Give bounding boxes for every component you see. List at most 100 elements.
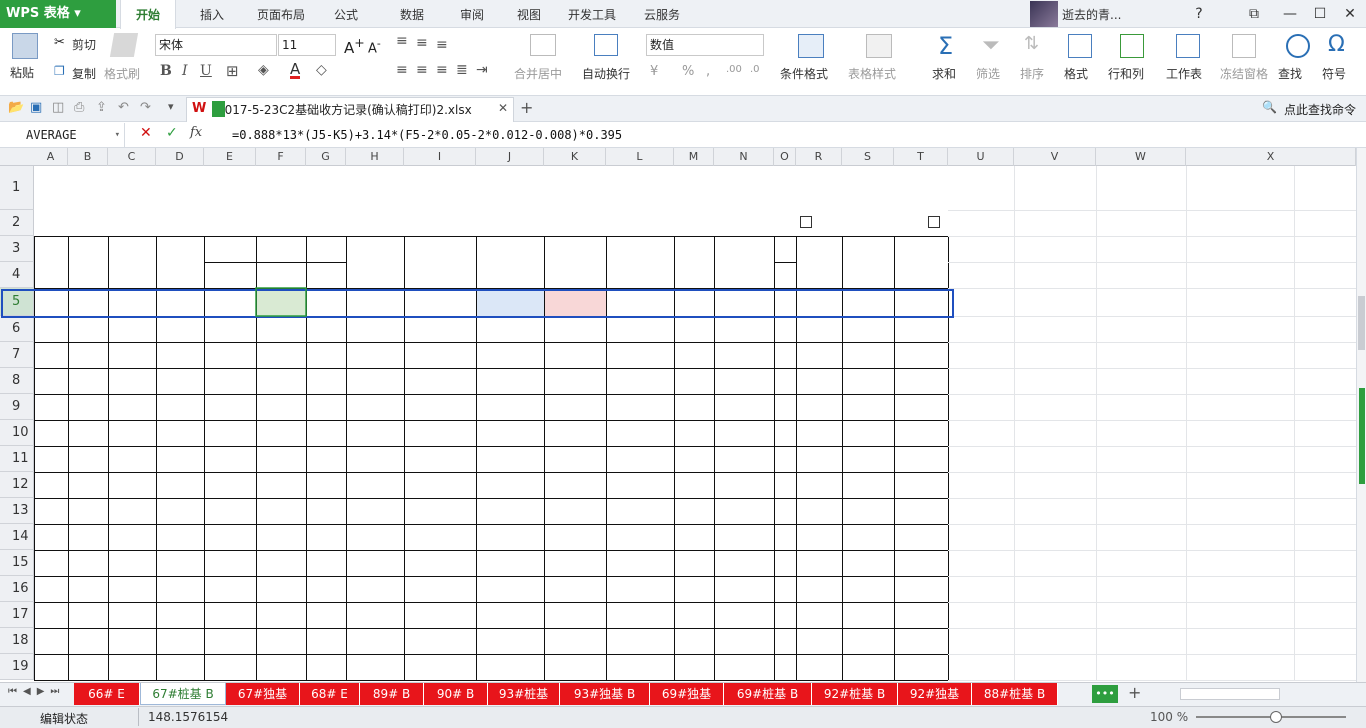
cell-r9-c8[interactable] xyxy=(346,498,404,524)
cell-r10-c8[interactable] xyxy=(346,524,404,550)
cell-r13-c12[interactable] xyxy=(606,602,674,628)
cell-r6-c9[interactable] xyxy=(404,420,476,446)
column-header-r[interactable]: R xyxy=(796,148,842,166)
conditional-format-button[interactable]: 条件格式 xyxy=(780,65,828,82)
cell-r9-c15[interactable] xyxy=(796,498,842,524)
cell-r1-c8[interactable] xyxy=(346,288,404,316)
find-button[interactable]: 查找 xyxy=(1278,65,1302,82)
cell-r15-c3[interactable] xyxy=(108,654,156,680)
cell-r1-c3[interactable] xyxy=(108,288,156,316)
cell-r4-c17[interactable] xyxy=(894,368,948,394)
cell-r6-c7[interactable] xyxy=(306,420,346,446)
cell-r4-c19[interactable] xyxy=(1096,368,1186,394)
row-header-3[interactable]: 3 xyxy=(0,236,34,262)
sheet-nav-icons[interactable]: ⏮◀▶⏭ xyxy=(8,686,65,697)
cell-r11-c10[interactable] xyxy=(476,550,544,576)
cell-r8-c1[interactable] xyxy=(34,472,68,498)
checkbox-left[interactable] xyxy=(800,216,812,228)
cell-r11-c3[interactable] xyxy=(108,550,156,576)
row-header-14[interactable]: 14 xyxy=(0,524,34,550)
cell-r3-c12[interactable] xyxy=(606,342,674,368)
new-tab-icon[interactable]: + xyxy=(520,98,533,117)
wrap-text-button[interactable]: 自动换行 xyxy=(582,65,630,82)
cell-r13-c17[interactable] xyxy=(894,602,948,628)
cell-r9-c5[interactable] xyxy=(204,498,256,524)
sheet-tab-10[interactable]: 69#桩基 B xyxy=(724,683,812,705)
print-icon[interactable]: ⎙ xyxy=(74,100,84,115)
cell-r13-c18[interactable] xyxy=(1014,602,1096,628)
cell-r3-c10[interactable] xyxy=(476,342,544,368)
table-style-button[interactable]: 表格样式 xyxy=(848,65,896,82)
cell-r5-c17[interactable] xyxy=(894,394,948,420)
row-header-13[interactable]: 13 xyxy=(0,498,34,524)
column-header-d[interactable]: D xyxy=(156,148,204,166)
align-center-icon[interactable]: ≡ xyxy=(416,62,428,78)
cell-r10-c12[interactable] xyxy=(606,524,674,550)
cell-r9-c17[interactable] xyxy=(894,498,948,524)
column-header-g[interactable]: G xyxy=(306,148,346,166)
cell-r6-c21[interactable] xyxy=(1294,420,1356,446)
cell-r6-c16[interactable] xyxy=(842,420,894,446)
sheet-tab-2[interactable]: 67#桩基 B xyxy=(140,683,226,705)
cell-r1-c12[interactable] xyxy=(606,288,674,316)
cell-r2-c21[interactable] xyxy=(1294,316,1356,342)
cell-r2-c6[interactable] xyxy=(256,316,306,342)
cell-r5-c6[interactable] xyxy=(256,394,306,420)
cell-r8-c11[interactable] xyxy=(544,472,606,498)
cell-r14-c1[interactable] xyxy=(34,628,68,654)
sum-button[interactable]: 求和 xyxy=(932,65,956,82)
cell-r5-c18[interactable] xyxy=(1014,394,1096,420)
cell-r5-c9[interactable] xyxy=(404,394,476,420)
cell-r7-c4[interactable] xyxy=(156,446,204,472)
cell-r5-c21[interactable] xyxy=(1294,394,1356,420)
row-header-9[interactable]: 9 xyxy=(0,394,34,420)
cell-r10-c9[interactable] xyxy=(404,524,476,550)
cell-r4-c12[interactable] xyxy=(606,368,674,394)
cell-r1-c11[interactable] xyxy=(544,288,606,316)
cell-r7-c5[interactable] xyxy=(204,446,256,472)
cell-r9-c9[interactable] xyxy=(404,498,476,524)
column-header-w[interactable]: W xyxy=(1096,148,1186,166)
row-header-2[interactable]: 2 xyxy=(0,210,34,236)
cell-r4-c18[interactable] xyxy=(1014,368,1096,394)
cell-r13-c1[interactable] xyxy=(34,602,68,628)
cell-r15-c16[interactable] xyxy=(842,654,894,680)
cell-r8-c19[interactable] xyxy=(1096,472,1186,498)
cell-r3-c17[interactable] xyxy=(894,342,948,368)
sheet-tab-4[interactable]: 68# E xyxy=(300,683,360,705)
sheet-tab-5[interactable]: 89# B xyxy=(360,683,424,705)
column-header-l[interactable]: L xyxy=(606,148,674,166)
cell-r11-c7[interactable] xyxy=(306,550,346,576)
cell-r13-c6[interactable] xyxy=(256,602,306,628)
row-header-17[interactable]: 17 xyxy=(0,602,34,628)
cell-r2-c1[interactable] xyxy=(34,316,68,342)
zoom-level[interactable]: 100 % xyxy=(1150,710,1188,724)
font-color-icon[interactable]: A xyxy=(290,62,301,79)
cell-r13-c9[interactable] xyxy=(404,602,476,628)
cell-r15-c4[interactable] xyxy=(156,654,204,680)
avatar[interactable] xyxy=(1030,1,1058,27)
cell-r14-c17[interactable] xyxy=(894,628,948,654)
cell-r4-c2[interactable] xyxy=(68,368,108,394)
align-middle-icon[interactable]: ≡ xyxy=(416,35,428,51)
cell-r6-c12[interactable] xyxy=(606,420,674,446)
font-increase-icon[interactable]: A+ xyxy=(344,35,365,57)
cell-r10-c18[interactable] xyxy=(1014,524,1096,550)
row-header-7[interactable]: 7 xyxy=(0,342,34,368)
cell-r8-c10[interactable] xyxy=(476,472,544,498)
cell-r10-c3[interactable] xyxy=(108,524,156,550)
row-header-19[interactable]: 19 xyxy=(0,654,34,680)
cell-r10-c11[interactable] xyxy=(544,524,606,550)
cell-r4-c8[interactable] xyxy=(346,368,404,394)
row-header-1[interactable]: 1 xyxy=(0,166,34,210)
cell-r14-c9[interactable] xyxy=(404,628,476,654)
cell-r15-c8[interactable] xyxy=(346,654,404,680)
vertical-scroll-thumb[interactable] xyxy=(1358,296,1365,350)
cell-r2-c11[interactable] xyxy=(544,316,606,342)
cell-r10-c17[interactable] xyxy=(894,524,948,550)
cut-button[interactable]: 剪切 xyxy=(72,36,96,53)
cell-r8-c12[interactable] xyxy=(606,472,674,498)
cell-r5-c3[interactable] xyxy=(108,394,156,420)
merge-center-button[interactable]: 合并居中 xyxy=(514,65,562,82)
menu-tab-8[interactable]: 开发工具 xyxy=(560,0,624,28)
